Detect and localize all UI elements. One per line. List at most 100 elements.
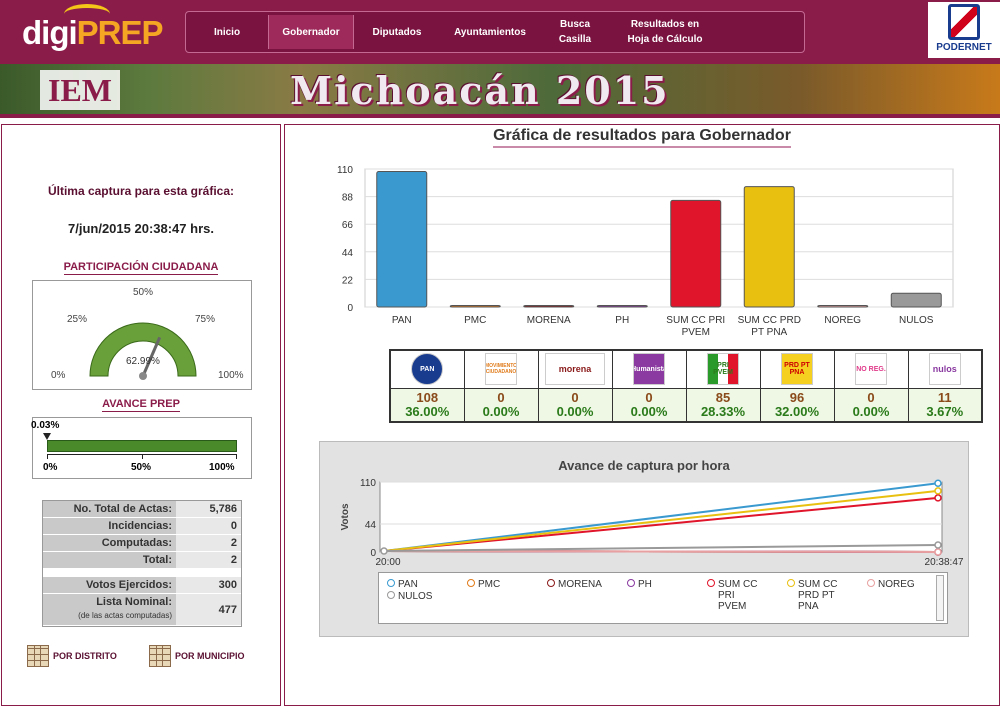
nav-inicio[interactable]: Inicio [186,11,268,53]
legend-scrollbar[interactable] [936,575,944,621]
legend-marker-icon [627,579,635,587]
gauge-svg [89,322,197,380]
bar-pmc [449,305,501,308]
legend-marker-icon [787,579,795,587]
noreg-logo-icon: NO REG. [855,353,887,386]
party-value-cell: 0 0.00% [537,387,613,423]
legend-item[interactable]: PMC [467,579,500,590]
avance-title-text: AVANCE PREP [102,398,180,412]
party-logo-cell: PAN [389,349,465,389]
bar-category-label: PVEM [682,327,710,338]
party-votes: 0 [867,389,875,405]
line-ylabel: Votos [340,503,351,530]
bar-ytick-label: 110 [337,165,353,176]
bar-category-label: MORENA [527,315,571,326]
participacion-title-text: PARTICIPACIÓN CIUDADANA [63,261,219,275]
participation-gauge: 50% 25% 75% 0% 100% 62.99% [32,280,252,390]
gauge-hub [139,372,147,380]
legend-label: PH [638,579,652,590]
bar-chart: 0 22 44 66 88 110 PAN PMC MORENA PH SUM CC PRIPVEM… [337,165,954,338]
party-table: PAN MOVIMIENTO CIUDADANO morena Humanist… [389,349,983,423]
party-value-cell: 0 0.00% [463,387,539,423]
line-xtick-label: 20:00 [375,557,400,568]
party-votes: 0 [497,389,505,405]
stat-value: 2 [176,535,241,551]
line-chart-legend: PAN PMC MORENA PH SUM CC PRI PVEM SUM CC PRD PT P… [378,572,948,624]
digiprep-logo[interactable]: digiPREP [22,4,164,58]
party-value-cell: 0 0.00% [611,387,687,423]
legend-item[interactable]: MORENA [547,579,602,590]
spreadsheet-icon [149,645,171,667]
bar-plot-area [364,168,954,308]
nav-diputados[interactable]: Diputados [354,11,440,53]
bar-ytick-label: 0 [347,303,353,314]
stat-gap [43,569,241,577]
stat-value: 477 [176,594,241,625]
line-point [934,494,942,502]
line-point [934,548,942,556]
party-logo-cell: PRI PVEM [685,349,761,389]
stat-value: 0 [176,518,241,534]
nav-ayuntamientos[interactable]: Ayuntamientos [440,11,540,53]
header: digiPREP Inicio Gobernador Diputados Ayu… [0,0,1000,64]
podernet-text: PODERNET [936,42,992,53]
party-votes: 108 [416,389,439,405]
podernet-flag-icon [948,4,980,40]
party-value-cell: 85 28.33% [685,387,761,423]
bar-category-label: PT PNA [751,327,787,338]
bar-nulos [890,292,942,308]
legend-label: SUM CC PRI PVEM [718,579,758,612]
nav-resultados-hoja[interactable]: Resultados en Hoja de Cálculo [610,11,720,53]
party-votes: 0 [645,389,653,405]
line-series-noreg [383,550,939,553]
por-municipio-button[interactable]: POR MUNICIPIO [149,645,245,667]
legend-marker-icon [387,579,395,587]
last-capture-date: 7/jun/2015 20:38:47 hrs. [68,221,214,236]
legend-label: PMC [478,579,501,590]
party-logo-cell: nulos [907,349,983,389]
progress-tick-0 [47,454,48,459]
legend-item[interactable]: NOREG [867,579,915,590]
stat-key: Votos Ejercidos: [43,577,176,593]
bar-pan [376,171,428,308]
legend-item[interactable]: SUM CC PRD PT PNA [787,579,837,612]
progress-bar [47,440,237,452]
participacion-title: PARTICIPACIÓN CIUDADANA [2,261,280,275]
legend-label: NULOS [398,591,433,602]
morena-logo-icon: morena [545,353,605,386]
bar-category-label: PMC [464,315,486,326]
bar-category-label: PH [615,315,629,326]
party-votes: 85 [715,389,731,405]
prd-pt-pna-logo-icon: PRD PT PNA [781,353,813,386]
party-value-cell: 11 3.67% [907,387,983,423]
party-votes: 96 [789,389,805,405]
party-pct: 0.00% [852,403,890,419]
party-value-cell: 108 36.00% [389,387,465,423]
legend-item[interactable]: PH [627,579,652,590]
nav-gobernador[interactable]: Gobernador [268,15,354,49]
nav-busca-casilla[interactable]: Busca Casilla [540,11,610,53]
gauge-arc [89,322,197,377]
party-logo-cell: NO REG. [833,349,909,389]
spreadsheet-icon [27,645,49,667]
legend-item[interactable]: NULOS [387,591,432,602]
stat-key-sub: (de las actas computadas) [78,611,172,620]
iem-logo: IEM [40,70,120,110]
stat-row-incidencias: Incidencias: 0 [43,518,241,535]
party-logo-cell: PRD PT PNA [759,349,835,389]
mc-logo-icon: MOVIMIENTO CIUDADANO [485,353,517,386]
main-title: Gráfica de resultados para Gobernador [285,127,999,148]
por-distrito-label: POR DISTRITO [53,651,117,661]
stat-row-lista-nominal: Lista Nominal: (de las actas computadas) 4… [43,594,241,626]
bar-category-label: NULOS [899,315,934,326]
stats-table: No. Total de Actas: 5,786 Incidencias: 0 C… [42,500,242,627]
progress-tick-100 [236,454,237,459]
legend-marker-icon [707,579,715,587]
bar-ytick-label: 22 [342,275,354,286]
podernet-logo[interactable]: PODERNET [928,2,1000,58]
line-ytick-label: 110 [360,478,376,489]
por-distrito-button[interactable]: POR DISTRITO [27,645,117,667]
legend-item[interactable]: SUM CC PRI PVEM [707,579,757,612]
legend-item[interactable]: PAN [387,579,418,590]
progress-tick-label-0: 0% [43,462,58,473]
